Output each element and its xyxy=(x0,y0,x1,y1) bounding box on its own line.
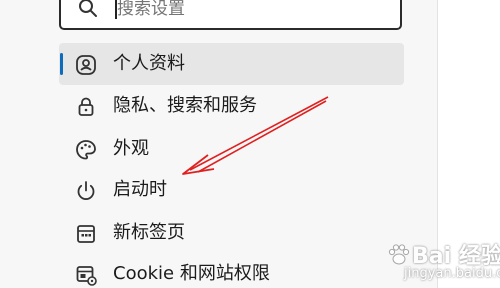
sidebar-item-profile[interactable]: 个人资料 xyxy=(59,43,404,85)
sidebar-item-label: 启动时 xyxy=(113,179,167,200)
watermark-url: jingyan.baidu.com xyxy=(404,266,500,281)
sidebar-item-new-tab[interactable]: 新标签页 xyxy=(59,212,404,254)
search-input[interactable] xyxy=(117,0,387,22)
site-permissions-icon xyxy=(76,266,97,286)
search-box[interactable] xyxy=(59,0,402,30)
baidu-jingyan-watermark: Bai 经验 jingyan.baidu.com xyxy=(386,238,500,286)
sidebar-item-label: 新标签页 xyxy=(113,222,185,243)
sidebar-item-label: Cookie 和网站权限 xyxy=(113,263,270,284)
sidebar-item-on-startup[interactable]: 启动时 xyxy=(59,169,404,211)
new-tab-icon xyxy=(77,225,95,243)
sidebar-item-label: 个人资料 xyxy=(113,53,185,74)
lock-icon xyxy=(78,97,94,116)
selected-indicator xyxy=(60,53,63,75)
profile-icon xyxy=(76,55,96,75)
search-icon xyxy=(79,0,97,17)
power-icon xyxy=(77,181,95,200)
sidebar-item-privacy[interactable]: 隐私、搜索和服务 xyxy=(59,85,404,127)
sidebar-item-appearance[interactable]: 外观 xyxy=(59,128,404,170)
sidebar-item-cookies[interactable]: Cookie 和网站权限 xyxy=(59,253,404,288)
paw-logo-icon xyxy=(388,244,410,265)
settings-window: 个人资料 隐私、搜索和服务 外观 启动时 xyxy=(0,0,500,288)
sidebar-item-label: 隐私、搜索和服务 xyxy=(113,95,257,116)
palette-icon xyxy=(76,140,96,160)
sidebar-item-label: 外观 xyxy=(113,138,149,159)
